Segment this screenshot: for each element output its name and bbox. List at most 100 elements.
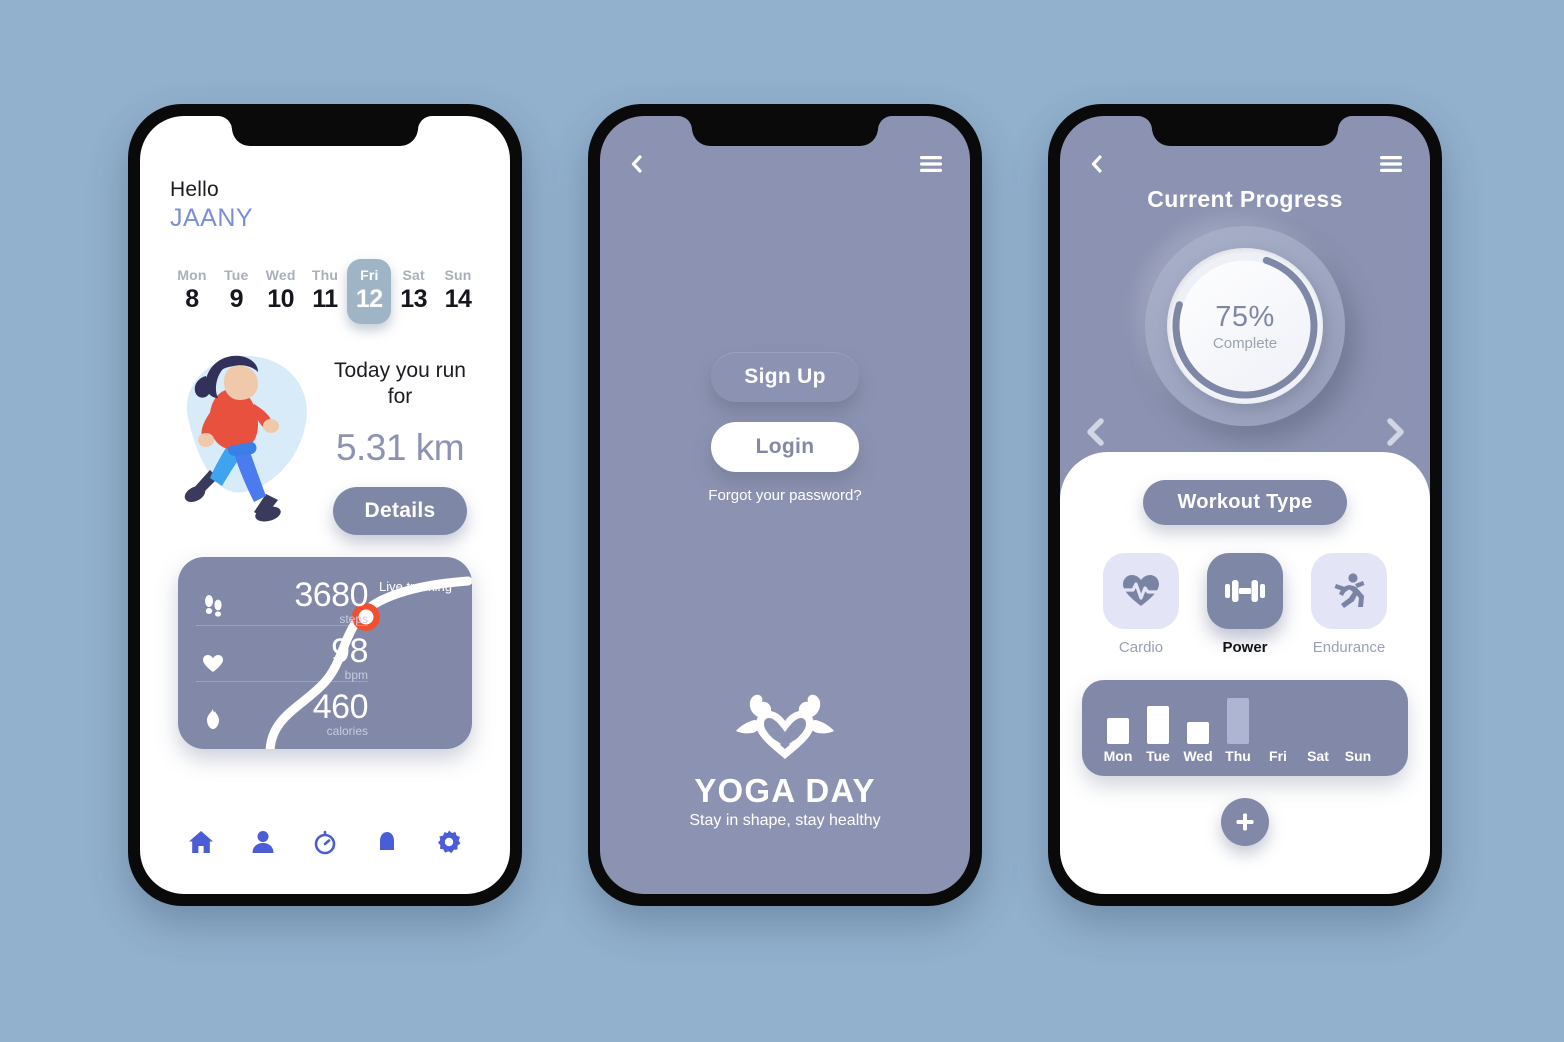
screen-home: Hello JAANY Mon 8 Tue 9 Wed 10 Thu 11 Fr… [140,116,510,894]
phone-notch [692,116,878,146]
bar-col-sun [1338,694,1378,744]
runner-illustration [170,346,320,526]
progress-ring: 75% Complete [1145,226,1345,426]
progress-percent: 75% [1215,300,1275,333]
day-number: 9 [229,285,244,313]
logo-subtitle: Stay in shape, stay healthy [689,812,881,829]
stats-card: Live tracking 3680 steps 98 bpm 460 calo… [178,556,472,749]
day-name: Sat [402,267,425,283]
greeting-text: Hello [170,178,219,201]
steps-value: 3680 [294,575,368,614]
chart-label-thu: Thu [1225,748,1251,764]
workout-option-endurance[interactable]: Endurance [1311,553,1387,656]
bar-col-sat [1298,694,1338,744]
progress-text: 75% Complete [1145,226,1345,426]
details-button[interactable]: Details [332,486,468,535]
bar-col-mon [1098,694,1138,744]
home-icon[interactable] [188,829,214,860]
chevron-left-icon[interactable] [1086,153,1108,175]
chart-label-fri: Fri [1269,748,1287,764]
bar-col-fri [1258,694,1298,744]
login-topbar [600,144,970,184]
workout-label-endurance: Endurance [1312,639,1386,656]
day-selector: Mon 8 Tue 9 Wed 10 Thu 11 Fri 12 Sat 13 … [170,259,480,324]
weekly-activity-chart: Mon Tue Wed Thu Fri Sat Sun [1082,680,1408,776]
workout-label-power: Power [1222,639,1268,656]
heart-muscle-arms-icon [724,694,846,769]
stat-row-bpm: 98 bpm [196,624,369,682]
prev-progress-arrow[interactable] [1082,416,1108,453]
signup-button[interactable]: Sign Up [711,352,859,402]
mockup-stage: Hello JAANY Mon 8 Tue 9 Wed 10 Thu 11 Fr… [0,0,1564,1042]
bar-col-tue [1138,694,1178,744]
chart-label-sun: Sun [1344,748,1372,764]
heart-pulse-icon [1103,553,1179,629]
workout-sheet: Workout Type Cardio Power Endurance Mon … [1060,452,1430,894]
chart-x-labels: Mon Tue Wed Thu Fri Sat Sun [1098,748,1392,764]
run-info: Today you run for 5.31 km Details [320,346,480,535]
phone-frame-login: Sign Up Login Forgot your password? YOGA… [588,104,982,906]
day-item-wed[interactable]: Wed 10 [259,259,303,324]
day-name: Fri [360,267,379,283]
steps-unit: steps [339,611,368,626]
bpm-unit: bpm [344,667,368,682]
hamburger-menu-icon[interactable] [1378,153,1404,175]
screen-progress: Current Progress 75% Complete Workout Ty… [1060,116,1430,894]
day-name: Wed [265,267,296,283]
day-item-mon[interactable]: Mon 8 [170,259,214,324]
person-icon[interactable] [250,829,276,860]
day-name: Mon [177,267,207,283]
run-summary: Today you run for 5.31 km Details [170,346,480,535]
day-name: Sun [444,267,472,283]
calories-unit: calories [326,723,368,738]
day-number: 13 [400,285,428,313]
day-item-tue[interactable]: Tue 9 [214,259,258,324]
phone-notch [1152,116,1338,146]
workout-type-button[interactable]: Workout Type [1143,480,1347,525]
workout-option-cardio[interactable]: Cardio [1103,553,1179,656]
stopwatch-icon[interactable] [312,829,338,860]
forgot-password-link[interactable]: Forgot your password? [600,487,970,504]
user-name: JAANY [170,204,254,232]
day-number: 8 [185,285,199,313]
bell-icon[interactable] [374,829,400,860]
next-progress-arrow[interactable] [1382,416,1408,453]
app-logo: YOGA DAY Stay in shape, stay healthy [600,693,970,830]
phone-frame-progress: Current Progress 75% Complete Workout Ty… [1048,104,1442,906]
bar-col-thu [1218,694,1258,744]
workout-option-power[interactable]: Power [1207,553,1283,656]
day-item-sun[interactable]: Sun 14 [436,259,480,324]
add-workout-button[interactable] [1221,798,1269,846]
day-item-fri[interactable]: Fri 12 [347,259,392,324]
stats-list: 3680 steps 98 bpm 460 calories [196,569,369,738]
day-number: 11 [312,285,338,313]
day-item-sat[interactable]: Sat 13 [392,259,436,324]
chart-bars [1098,694,1392,744]
day-item-thu[interactable]: Thu 11 [303,259,347,324]
stat-row-steps: 3680 steps [196,569,369,626]
phone-frame-home: Hello JAANY Mon 8 Tue 9 Wed 10 Thu 11 Fr… [128,104,522,906]
auth-actions: Sign Up Login Forgot your password? [600,352,970,504]
chart-label-tue: Tue [1146,748,1170,764]
progress-sublabel: Complete [1212,334,1278,352]
bpm-value: 98 [331,631,368,670]
home-content: Hello JAANY Mon 8 Tue 9 Wed 10 Thu 11 Fr… [140,116,510,749]
chart-label-sat: Sat [1307,748,1329,764]
stat-row-calories: 460 calories [196,680,369,738]
day-number: 12 [355,285,383,313]
heart-icon [196,654,230,681]
gear-icon[interactable] [436,829,462,860]
page-title: Current Progress [1147,186,1343,212]
chevron-left-icon[interactable] [626,153,648,175]
login-button[interactable]: Login [711,422,859,472]
calories-value: 460 [312,687,369,726]
workout-type-options: Cardio Power Endurance [1060,553,1430,656]
run-caption: Today you run for [334,359,466,409]
workout-label-cardio: Cardio [1118,639,1164,656]
flame-icon [196,708,230,737]
hamburger-menu-icon[interactable] [918,153,944,175]
bottom-navigation [140,829,510,860]
plus-icon [1236,813,1254,831]
runner-icon [1311,553,1387,629]
day-number: 10 [267,285,295,313]
